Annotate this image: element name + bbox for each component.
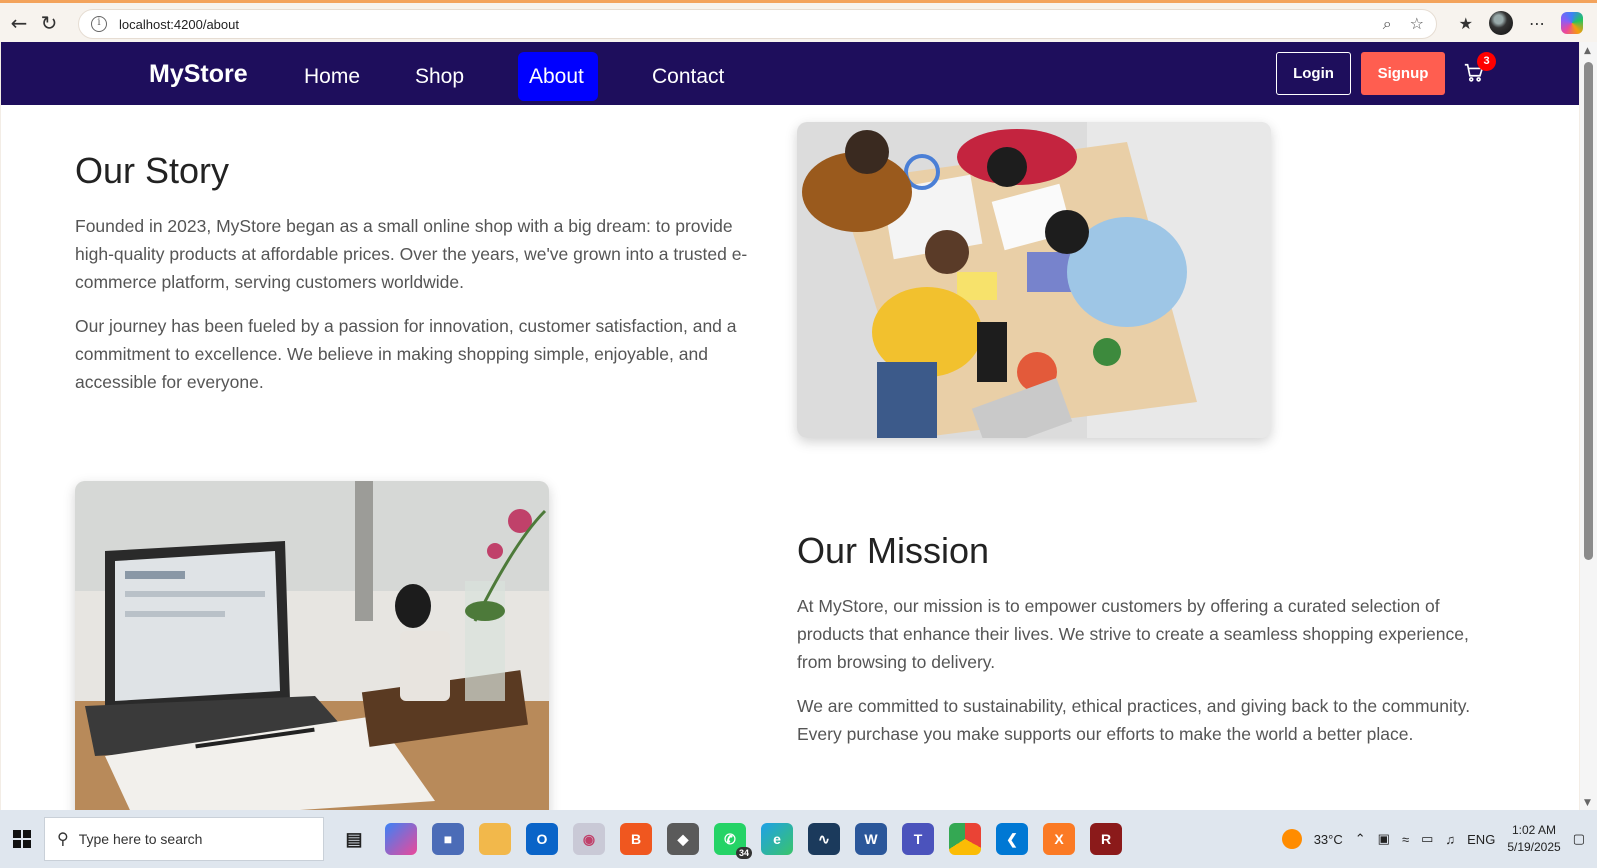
nav-link-about[interactable]: About bbox=[518, 52, 598, 101]
address-bar-actions: ⌕ ☆ bbox=[1383, 14, 1424, 34]
weather-icon[interactable] bbox=[1281, 829, 1302, 849]
nav-link-contact[interactable]: Contact bbox=[641, 52, 735, 101]
laptop-photo bbox=[75, 481, 549, 810]
story-paragraph-1: Founded in 2023, MyStore began as a smal… bbox=[75, 216, 748, 292]
file-explorer-icon[interactable] bbox=[479, 823, 511, 855]
back-arrow-icon[interactable]: ← bbox=[4, 8, 34, 38]
scroll-thumb[interactable] bbox=[1584, 62, 1593, 560]
more-menu-icon[interactable]: ⋯ bbox=[1529, 14, 1545, 33]
clock-date: 5/19/2025 bbox=[1507, 840, 1561, 854]
signup-button[interactable]: Signup bbox=[1361, 52, 1445, 95]
browser-toolbar: ← ↻ i localhost:4200/about ⌕ ☆ ★ ⋯ bbox=[0, 0, 1597, 42]
taskbar-apps: ▤ ■ O ◉ B ◆ ✆ 34 e ∿ W T ❮ X R bbox=[338, 823, 1122, 859]
windows-taskbar: ⚲ Type here to search ▤ ■ O ◉ B ◆ ✆ 34 e … bbox=[0, 810, 1597, 868]
site-navbar: MyStore Home Shop About Contact Login Si… bbox=[1, 42, 1579, 105]
mysql-icon[interactable]: ∿ bbox=[808, 823, 840, 855]
chrome-icon[interactable] bbox=[949, 823, 981, 855]
windows-start-icon[interactable] bbox=[0, 817, 44, 861]
favorites-icon[interactable]: ★ bbox=[1459, 14, 1473, 33]
clock-time: 1:02 AM bbox=[1511, 823, 1557, 837]
reload-icon[interactable]: ↻ bbox=[34, 8, 64, 38]
copilot-icon[interactable] bbox=[1561, 12, 1583, 34]
word-icon[interactable]: W bbox=[855, 823, 887, 855]
mission-paragraph-2: We are committed to sustainability, ethi… bbox=[797, 696, 1471, 744]
brave-icon[interactable]: B bbox=[620, 823, 652, 855]
favorite-star-icon[interactable]: ☆ bbox=[1410, 14, 1424, 34]
site-info-icon[interactable]: i bbox=[91, 16, 107, 32]
teams-icon[interactable]: T bbox=[902, 823, 934, 855]
scroll-down-icon[interactable]: ▼ bbox=[1584, 798, 1591, 808]
battery-icon[interactable]: ▭ bbox=[1421, 831, 1433, 847]
clock[interactable]: 1:02 AM 5/19/2025 bbox=[1507, 822, 1560, 856]
cart-icon[interactable]: 3 bbox=[1463, 52, 1496, 86]
whatsapp-icon[interactable]: ✆ 34 bbox=[714, 823, 752, 859]
taskbar-search-placeholder: Type here to search bbox=[78, 831, 203, 847]
browser-tools: ★ ⋯ bbox=[1459, 11, 1583, 35]
edge-icon[interactable]: e bbox=[761, 823, 793, 855]
story-title: Our Story bbox=[75, 150, 230, 191]
nav-link-home[interactable]: Home bbox=[293, 52, 371, 101]
winrar-icon[interactable]: R bbox=[1090, 823, 1122, 855]
scroll-up-icon[interactable]: ▲ bbox=[1584, 46, 1591, 56]
url-text: localhost:4200/about bbox=[119, 16, 239, 32]
vscode-icon[interactable]: ❮ bbox=[996, 823, 1028, 855]
team-photo bbox=[797, 122, 1271, 438]
copilot-app-icon[interactable] bbox=[385, 823, 417, 855]
story-paragraph-2: Our journey has been fueled by a passion… bbox=[75, 316, 737, 392]
git-icon[interactable]: ◆ bbox=[667, 823, 699, 855]
cart-count-badge: 3 bbox=[1477, 52, 1496, 71]
page-scrollbar[interactable]: ▲ ▼ bbox=[1580, 42, 1597, 810]
meet-icon[interactable]: ▣ bbox=[1378, 831, 1390, 847]
brand-logo[interactable]: MyStore bbox=[149, 60, 248, 89]
zoom-icon[interactable]: ⌕ bbox=[1383, 14, 1392, 34]
volume-icon[interactable]: ♫ bbox=[1445, 832, 1455, 847]
task-view-icon[interactable]: ▤ bbox=[338, 823, 370, 855]
chevron-up-icon[interactable]: ⌃ bbox=[1355, 831, 1366, 847]
language-indicator[interactable]: ENG bbox=[1467, 832, 1495, 847]
mission-title: Our Mission bbox=[797, 530, 990, 571]
page-viewport: MyStore Home Shop About Contact Login Si… bbox=[1, 42, 1579, 810]
nav-link-shop[interactable]: Shop bbox=[404, 52, 475, 101]
system-tray: 33°C ⌃ ▣ ≈ ▭ ♫ ENG 1:02 AM 5/19/2025 ▢ bbox=[1281, 810, 1597, 868]
login-button[interactable]: Login bbox=[1276, 52, 1351, 95]
mission-paragraph-1: At MyStore, our mission is to empower cu… bbox=[797, 596, 1469, 672]
whatsapp-badge: 34 bbox=[735, 847, 752, 859]
outlook-icon[interactable]: O bbox=[526, 823, 558, 855]
wifi-icon[interactable]: ≈ bbox=[1402, 832, 1409, 847]
profile-avatar[interactable] bbox=[1489, 11, 1513, 35]
search-icon: ⚲ bbox=[57, 831, 69, 848]
store-icon[interactable]: ■ bbox=[432, 823, 464, 855]
xampp-icon[interactable]: X bbox=[1043, 823, 1075, 855]
taskbar-search-input[interactable]: ⚲ Type here to search bbox=[44, 817, 324, 861]
paint-icon[interactable]: ◉ bbox=[573, 823, 605, 855]
address-bar[interactable]: i localhost:4200/about ⌕ ☆ bbox=[78, 9, 1437, 39]
weather-temp: 33°C bbox=[1313, 831, 1343, 847]
notifications-icon[interactable]: ▢ bbox=[1573, 831, 1585, 847]
